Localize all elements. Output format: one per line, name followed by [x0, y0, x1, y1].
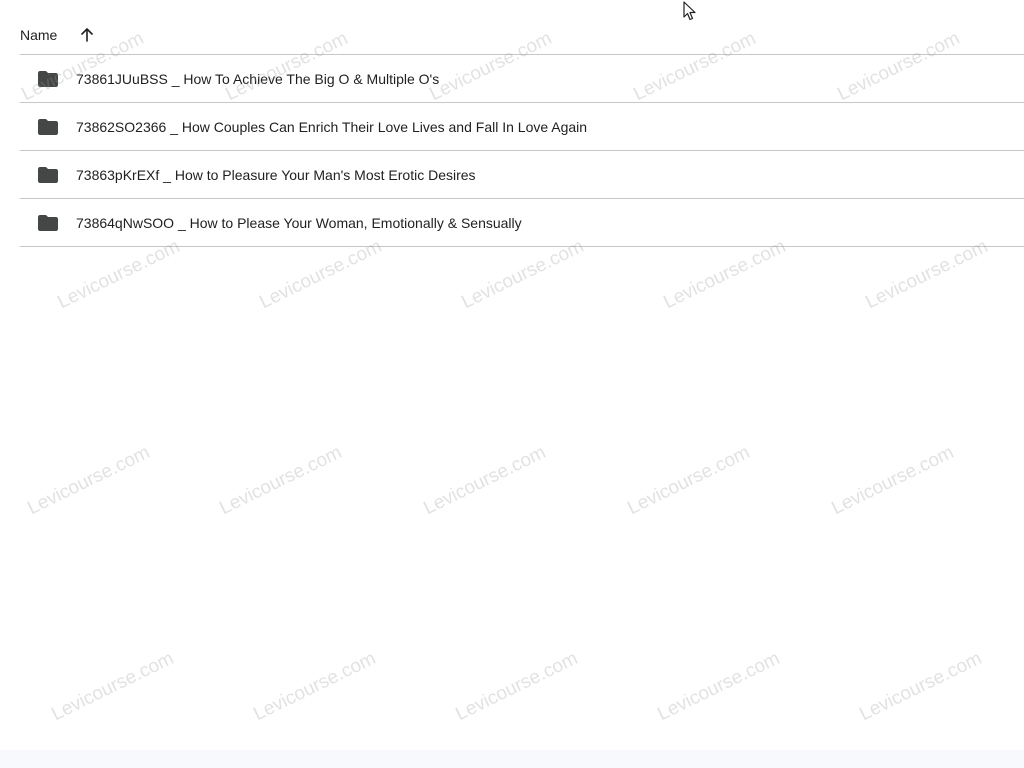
folder-icon	[38, 166, 58, 183]
folder-name: 73862SO2366 _ How Couples Can Enrich The…	[76, 118, 588, 135]
watermark-text: Levicourse.com	[856, 647, 986, 726]
watermark-text: Levicourse.com	[458, 235, 588, 314]
folder-row[interactable]: 73861JUuBSS _ How To Achieve The Big O &…	[20, 55, 1024, 103]
sort-ascending-arrow-icon[interactable]	[77, 22, 97, 48]
watermark-text: Levicourse.com	[24, 441, 154, 520]
folder-icon	[38, 118, 58, 135]
watermark-text: Levicourse.com	[654, 647, 784, 726]
watermark-text: Levicourse.com	[256, 235, 386, 314]
folder-name: 73861JUuBSS _ How To Achieve The Big O &…	[76, 70, 440, 87]
folder-row[interactable]: 73863pKrEXf _ How to Pleasure Your Man's…	[20, 151, 1024, 199]
folder-row[interactable]: 73864qNwSOO _ How to Please Your Woman, …	[20, 199, 1024, 247]
watermark-text: Levicourse.com	[828, 441, 958, 520]
watermark-text: Levicourse.com	[660, 235, 790, 314]
file-list-header: Name	[20, 22, 1024, 55]
watermark-text: Levicourse.com	[862, 235, 992, 314]
watermark-text: Levicourse.com	[624, 441, 754, 520]
watermark-text: Levicourse.com	[216, 441, 346, 520]
name-column-header[interactable]: Name	[20, 22, 57, 48]
folder-name: 73863pKrEXf _ How to Pleasure Your Man's…	[76, 166, 476, 183]
watermark-text: Levicourse.com	[54, 235, 184, 314]
folder-icon	[38, 214, 58, 231]
folder-row[interactable]: 73862SO2366 _ How Couples Can Enrich The…	[20, 103, 1024, 151]
mouse-pointer-icon	[683, 1, 697, 21]
folder-name: 73864qNwSOO _ How to Please Your Woman, …	[76, 214, 522, 231]
bottom-bar	[0, 750, 1024, 768]
watermark-text: Levicourse.com	[250, 647, 380, 726]
watermark-text: Levicourse.com	[48, 647, 178, 726]
folder-icon	[38, 70, 58, 87]
watermark-text: Levicourse.com	[420, 441, 550, 520]
folder-list: 73861JUuBSS _ How To Achieve The Big O &…	[20, 55, 1024, 247]
watermark-text: Levicourse.com	[452, 647, 582, 726]
